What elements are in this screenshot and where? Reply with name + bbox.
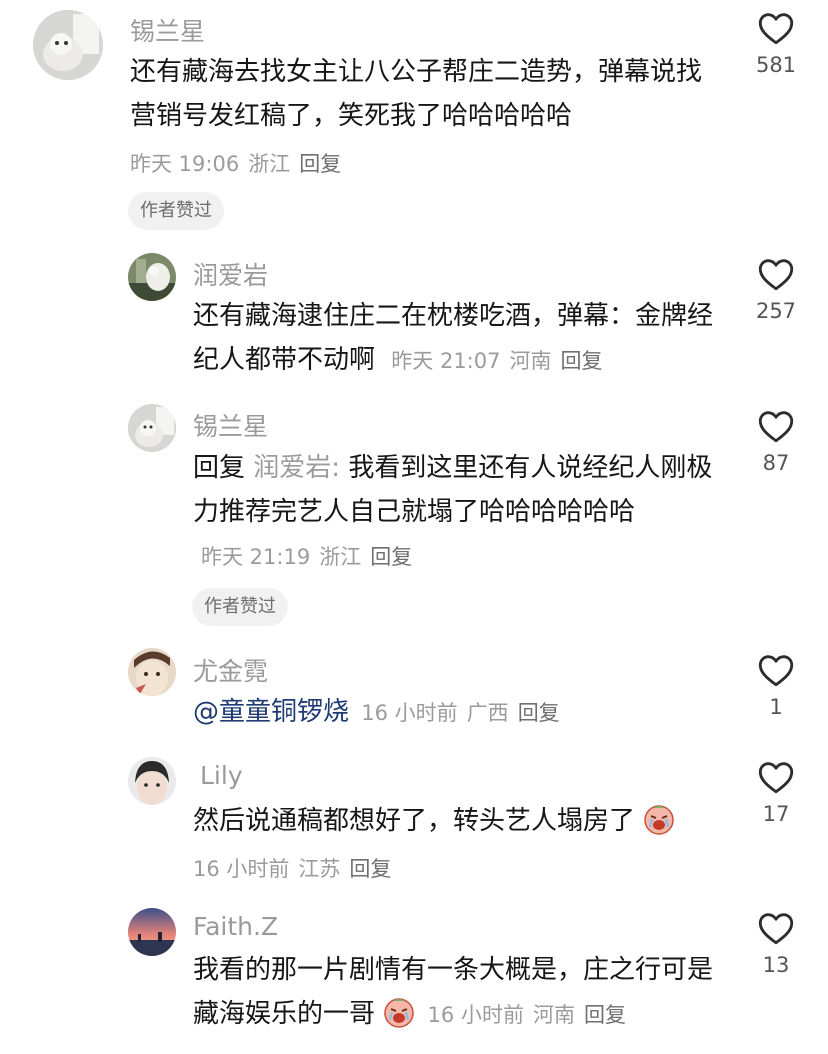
location: 浙江 <box>319 545 362 569</box>
avatar[interactable] <box>128 253 176 301</box>
comment-text: 还有藏海逮住庄二在枕楼吃酒，弹幕：金牌经纪人都带不动啊 昨天 21:07 河南 回复 <box>193 294 718 383</box>
heart-icon[interactable] <box>758 654 794 687</box>
username[interactable]: Faith.Z <box>193 912 278 941</box>
comment-meta: 16 小时前 广西 回复 <box>361 701 568 725</box>
location: 河南 <box>532 1003 575 1027</box>
avatar[interactable] <box>33 10 103 80</box>
username[interactable]: 尤金霓 <box>193 652 268 688</box>
mention-link[interactable]: @童童铜锣烧 <box>193 697 349 727</box>
comment-text: 还有藏海去找女主让八公子帮庄二造势，弹幕说找营销号发红稿了，笑死我了哈哈哈哈哈 <box>130 50 720 138</box>
timestamp: 昨天 19:06 <box>130 152 240 176</box>
comment-meta: 昨天 21:19 浙江 回复 <box>201 545 421 569</box>
reply-button[interactable]: 回复 <box>299 152 341 176</box>
like-control[interactable]: 87 <box>741 410 811 475</box>
reply-button[interactable]: 回复 <box>370 545 412 569</box>
heart-icon[interactable] <box>758 258 794 291</box>
like-count: 257 <box>755 299 797 323</box>
like-count: 1 <box>769 695 783 719</box>
reply-item: 尤金霓 @童童铜锣烧 16 小时前 广西 回复 1 <box>0 648 828 743</box>
like-count: 581 <box>755 53 797 77</box>
reply-item: 润爱岩 还有藏海逮住庄二在枕楼吃酒，弹幕：金牌经纪人都带不动啊 昨天 21:07… <box>0 250 828 390</box>
like-control[interactable]: 13 <box>741 912 811 977</box>
like-count: 87 <box>762 451 790 475</box>
timestamp: 16 小时前 <box>427 1003 524 1027</box>
timestamp: 16 小时前 <box>193 857 290 881</box>
location: 广西 <box>466 701 509 725</box>
heart-icon[interactable] <box>758 912 794 945</box>
comment-text: 回复 润爱岩: 我看到这里还有人说经纪人刚极力推荐完艺人自己就塌了哈哈哈哈哈哈 … <box>193 446 718 579</box>
comment-meta: 16 小时前 江苏 回复 <box>193 853 400 883</box>
username[interactable]: Lily <box>200 761 243 790</box>
username[interactable]: 润爱岩 <box>193 256 268 292</box>
avatar[interactable] <box>128 404 176 452</box>
reply-item: Lily 然后说通稿都想好了，转头艺人塌房了 16 小时前 江苏 回复 17 <box>0 757 828 892</box>
like-control[interactable]: 581 <box>741 12 811 77</box>
reply-button[interactable]: 回复 <box>560 349 602 373</box>
like-count: 17 <box>762 802 790 826</box>
like-count: 13 <box>762 953 790 977</box>
avatar[interactable] <box>128 757 176 805</box>
comment-item: 锡兰星 还有藏海去找女主让八公子帮庄二造势，弹幕说找营销号发红稿了，笑死我了哈哈… <box>0 0 828 240</box>
reply-item: 锡兰星 回复 润爱岩: 我看到这里还有人说经纪人刚极力推荐完艺人自己就塌了哈哈哈… <box>0 400 828 640</box>
location: 江苏 <box>298 857 341 881</box>
username[interactable]: 锡兰星 <box>130 12 205 48</box>
author-liked-badge: 作者赞过 <box>128 192 224 230</box>
like-control[interactable]: 1 <box>741 654 811 719</box>
reply-button[interactable]: 回复 <box>349 857 391 881</box>
location: 浙江 <box>248 152 291 176</box>
author-liked-badge: 作者赞过 <box>192 588 288 626</box>
reply-prefix: 回复 <box>193 453 246 483</box>
avatar[interactable] <box>128 908 176 956</box>
like-control[interactable]: 257 <box>741 258 811 323</box>
heart-icon[interactable] <box>758 761 794 794</box>
like-control[interactable]: 17 <box>741 761 811 826</box>
reply-button[interactable]: 回复 <box>584 1003 626 1027</box>
comment-text: 然后说通稿都想好了，转头艺人塌房了 <box>193 799 718 849</box>
timestamp: 16 小时前 <box>361 701 458 725</box>
avatar[interactable] <box>128 648 176 696</box>
comment-text: 我看的那一片剧情有一条大概是，庄之行可是藏海娱乐的一哥 16 小时前 河南 回复 <box>193 948 718 1042</box>
reply-item: Faith.Z 我看的那一片剧情有一条大概是，庄之行可是藏海娱乐的一哥 16 小… <box>0 908 828 1054</box>
crying-face-icon <box>383 996 415 1042</box>
timestamp: 昨天 21:07 <box>391 349 501 373</box>
crying-face-icon <box>643 803 675 849</box>
heart-icon[interactable] <box>758 12 794 45</box>
comment-content: 还有藏海去找女主让八公子帮庄二造势，弹幕说找营销号发红稿了，笑死我了哈哈哈哈哈 <box>130 57 703 131</box>
comment-meta: 16 小时前 河南 回复 <box>428 1003 635 1027</box>
comment-text: @童童铜锣烧 16 小时前 广西 回复 <box>193 690 718 735</box>
timestamp: 昨天 21:19 <box>201 545 311 569</box>
reply-target-username[interactable]: 润爱岩: <box>253 453 340 483</box>
comment-meta: 昨天 21:07 河南 回复 <box>391 349 611 373</box>
location: 河南 <box>509 349 552 373</box>
username[interactable]: 锡兰星 <box>193 407 268 443</box>
heart-icon[interactable] <box>758 410 794 443</box>
comment-meta: 昨天 19:06 浙江 回复 <box>130 148 350 178</box>
comment-content: 然后说通稿都想好了，转头艺人塌房了 <box>193 806 636 836</box>
reply-button[interactable]: 回复 <box>518 701 560 725</box>
